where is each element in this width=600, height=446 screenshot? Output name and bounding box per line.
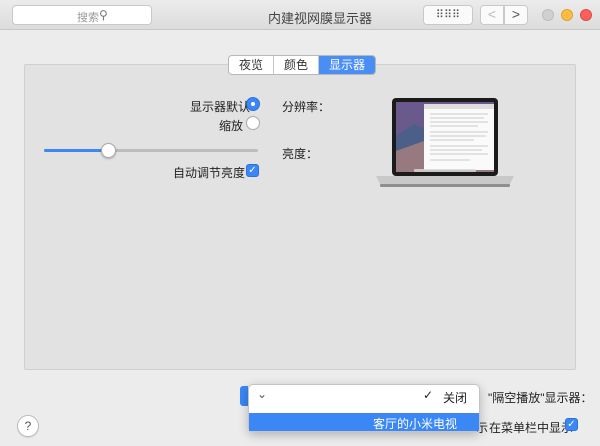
menu-item-living-room-tv[interactable]: 客厅的小米电视	[249, 413, 479, 431]
show-all-grid-button[interactable]: ⠿⠿⠿	[423, 5, 473, 25]
tab-bar: 夜览 颜色 显示器	[228, 55, 377, 75]
popup-button-edge[interactable]	[240, 386, 248, 406]
zoom-button[interactable]	[542, 9, 554, 21]
auto-brightness-checkbox[interactable]: ✓	[246, 164, 259, 177]
back-button[interactable]: <	[480, 5, 504, 25]
auto-brightness-label[interactable]: 自动调节亮度	[173, 164, 245, 181]
title-bar: 搜索 ⚲ 内建视网膜显示器 ⠿⠿⠿ < >	[0, 0, 600, 30]
show-in-menubar-checkbox[interactable]: ✓	[565, 418, 578, 431]
menu-item-off[interactable]: ⌄ ✓ 关闭	[249, 385, 479, 405]
radio-label-scaled[interactable]: 缩放	[219, 117, 243, 134]
radio-scaled[interactable]	[246, 116, 260, 130]
resolution-label: 分辨率：	[282, 100, 331, 114]
search-placeholder: 搜索	[77, 12, 99, 24]
tab-display[interactable]: 显示器	[318, 56, 376, 74]
minimize-button[interactable]	[561, 9, 573, 21]
tab-night-shift[interactable]: 夜览	[229, 56, 273, 74]
search-field[interactable]: 搜索 ⚲	[12, 5, 152, 25]
window-title: 内建视网膜显示器	[267, 11, 372, 26]
chevron-down-icon: ⌄	[257, 387, 268, 401]
help-button[interactable]: ?	[17, 415, 39, 437]
close-button[interactable]	[580, 9, 592, 21]
forward-button[interactable]: >	[504, 5, 528, 25]
search-icon: ⚲	[99, 8, 108, 22]
laptop-illustration	[376, 98, 514, 187]
radio-label-default[interactable]: 显示器默认	[190, 98, 250, 115]
menu-item-off-label: 关闭	[442, 391, 467, 405]
airplay-display-label: "隔空播放"显示器：	[488, 391, 593, 405]
brightness-label: 亮度：	[282, 147, 319, 161]
brightness-slider-fill	[44, 149, 109, 152]
tab-color[interactable]: 颜色	[273, 56, 318, 74]
brightness-slider-track[interactable]	[44, 149, 258, 152]
menu-item-tv-label: 客厅的小米电视	[372, 417, 457, 431]
airplay-dropdown-menu[interactable]: ⌄ ✓ 关闭 客厅的小米电视	[248, 384, 480, 432]
show-in-menubar-label[interactable]: 在菜单栏中显示	[489, 419, 573, 436]
checkmark-icon: ✓	[422, 388, 433, 402]
